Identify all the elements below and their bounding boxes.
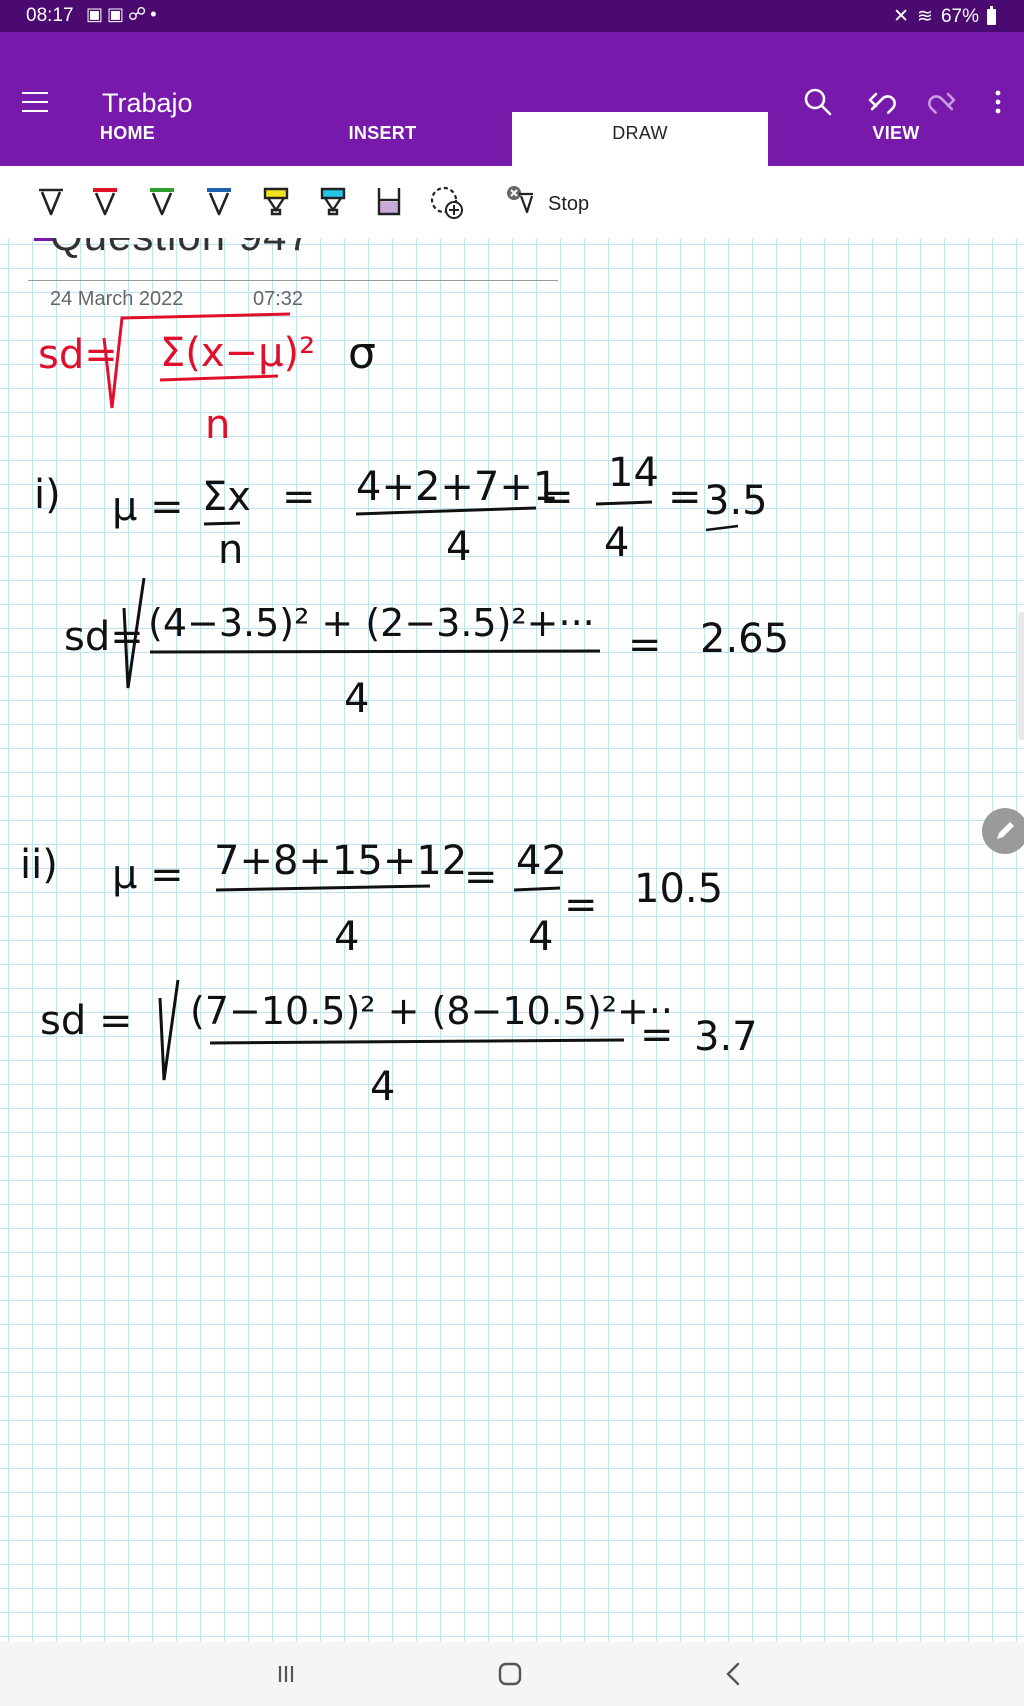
purple-highlighter-icon[interactable] xyxy=(372,184,406,220)
wifi-icon: ≋ xyxy=(917,6,933,27)
part-i-sd-bar xyxy=(149,649,601,654)
tab-view[interactable]: VIEW xyxy=(768,112,1024,166)
part-i-eq2: = xyxy=(540,474,574,520)
pen-mode-button[interactable] xyxy=(982,808,1024,854)
share-icon: ☍ xyxy=(128,4,151,24)
part-i-sd-denominator: 4 xyxy=(344,676,369,722)
part-ii-sd-bar xyxy=(209,1038,625,1045)
hamburger-menu-icon[interactable] xyxy=(22,92,48,114)
back-icon[interactable] xyxy=(714,1658,754,1690)
battery-level: 67% xyxy=(940,5,979,27)
part-i-sd-numerator: (4−3.5)² + (2−3.5)²+··· xyxy=(148,601,595,645)
part-i-eq3: = xyxy=(668,474,702,520)
part-i-sum-bar xyxy=(203,521,241,526)
screen-record-icon: ▣ xyxy=(107,4,129,24)
handwritten-ink: sd= Σ(x−μ)² n σ i) μ = Σx n = 4+2+7+1 4 … xyxy=(20,312,789,1110)
yellow-highlighter-icon[interactable] xyxy=(259,184,293,220)
part-i-sd-result: 2.65 xyxy=(700,616,789,662)
part-ii-eq1: = xyxy=(464,854,498,900)
black-pen-icon[interactable] xyxy=(34,184,68,220)
part-ii-label: ii) xyxy=(20,842,58,888)
part-ii-result: 10.5 xyxy=(634,866,723,912)
notification-icons: ▣▣☍• xyxy=(86,4,161,25)
recent-apps-icon[interactable] xyxy=(266,1658,306,1690)
battery-icon xyxy=(987,5,996,25)
part-i-sum-den: n xyxy=(218,527,243,573)
part-i-eq1: = xyxy=(282,474,316,520)
part-ii-frac-den: 4 xyxy=(528,914,553,960)
part-i-sum-num: Σx xyxy=(202,474,251,520)
part-i-mu: μ = xyxy=(112,484,184,530)
part-ii-sd-eq: = xyxy=(640,1012,674,1058)
part-ii-frac-num: 42 xyxy=(516,838,567,884)
part-i-frac-den: 4 xyxy=(604,520,629,566)
green-pen-icon[interactable] xyxy=(145,184,179,220)
sd-formula: sd= Σ(x−μ)² n xyxy=(38,330,315,448)
mute-icon: ✕ xyxy=(893,6,910,27)
part-ii-sd-lhs: sd = xyxy=(40,998,132,1044)
part-ii-expr-den: 4 xyxy=(334,914,359,960)
cyan-highlighter-icon[interactable] xyxy=(316,184,350,220)
draw-toolbar: Stop xyxy=(0,166,1024,239)
part-ii-root-sign xyxy=(158,979,180,1081)
stop-label[interactable]: Stop xyxy=(548,193,589,216)
app-header: Trabajo HOME INSERT DRAW VIEW xyxy=(0,32,1024,166)
part-i-underline xyxy=(705,524,739,532)
part-i: i) μ = Σx n = 4+2+7+1 4 = 14 4 = 3.5 sd=… xyxy=(34,450,789,722)
part-ii-sd-result: 3.7 xyxy=(694,1014,758,1060)
part-i-result: 3.5 xyxy=(704,478,768,524)
part-i-expr-den: 4 xyxy=(446,524,471,570)
formula-denominator: n xyxy=(205,402,230,448)
part-ii-expr-num: 7+8+15+12 xyxy=(214,838,467,884)
formula-numerator: Σ(x−μ)² xyxy=(160,330,315,376)
part-i-expr-num: 4+2+7+1 xyxy=(356,464,558,510)
scroll-handle[interactable] xyxy=(1018,612,1024,740)
tab-insert[interactable]: INSERT xyxy=(255,112,510,166)
part-ii-sd-denominator: 4 xyxy=(370,1064,395,1110)
part-i-label: i) xyxy=(34,472,61,518)
formula-fraction-bar xyxy=(159,374,279,382)
part-ii-frac-bar xyxy=(513,886,561,892)
ribbon-tabs: HOME INSERT DRAW VIEW xyxy=(0,112,1024,166)
part-i-frac-num: 14 xyxy=(608,450,659,496)
pencil-icon xyxy=(997,822,1014,839)
note-page-canvas[interactable]: Question 947 24 March 2022 07:32 sd= Σ(x… xyxy=(0,238,1024,1642)
tab-home[interactable]: HOME xyxy=(0,112,255,166)
status-bar: 08:17 ▣▣☍• ✕ ≋ 67% xyxy=(0,0,1024,32)
part-i-sd-eq: = xyxy=(628,622,662,668)
lasso-add-icon[interactable] xyxy=(428,184,466,220)
red-pen-icon[interactable] xyxy=(88,184,122,220)
status-time: 08:17 xyxy=(26,5,74,26)
part-ii-expr-bar xyxy=(215,884,431,892)
home-icon[interactable] xyxy=(490,1658,530,1690)
tab-draw[interactable]: DRAW xyxy=(512,112,768,166)
screen-record-icon: ▣ xyxy=(86,4,108,24)
part-ii-eq2: = xyxy=(564,882,598,928)
part-ii-sd-numerator: (7−10.5)² + (8−10.5)²+·· xyxy=(190,989,673,1033)
stop-ink-icon[interactable] xyxy=(505,184,537,220)
sigma-symbol: σ xyxy=(348,328,376,379)
blue-pen-icon[interactable] xyxy=(202,184,236,220)
system-nav-bar xyxy=(0,1642,1024,1706)
part-i-frac-bar xyxy=(595,500,653,506)
dot-icon: • xyxy=(150,4,161,24)
part-ii: ii) μ = 7+8+15+12 4 = 42 4 = 10.5 sd = (… xyxy=(20,838,758,1110)
part-ii-mu: μ = xyxy=(112,852,184,898)
status-right: ✕ ≋ 67% xyxy=(893,5,996,28)
